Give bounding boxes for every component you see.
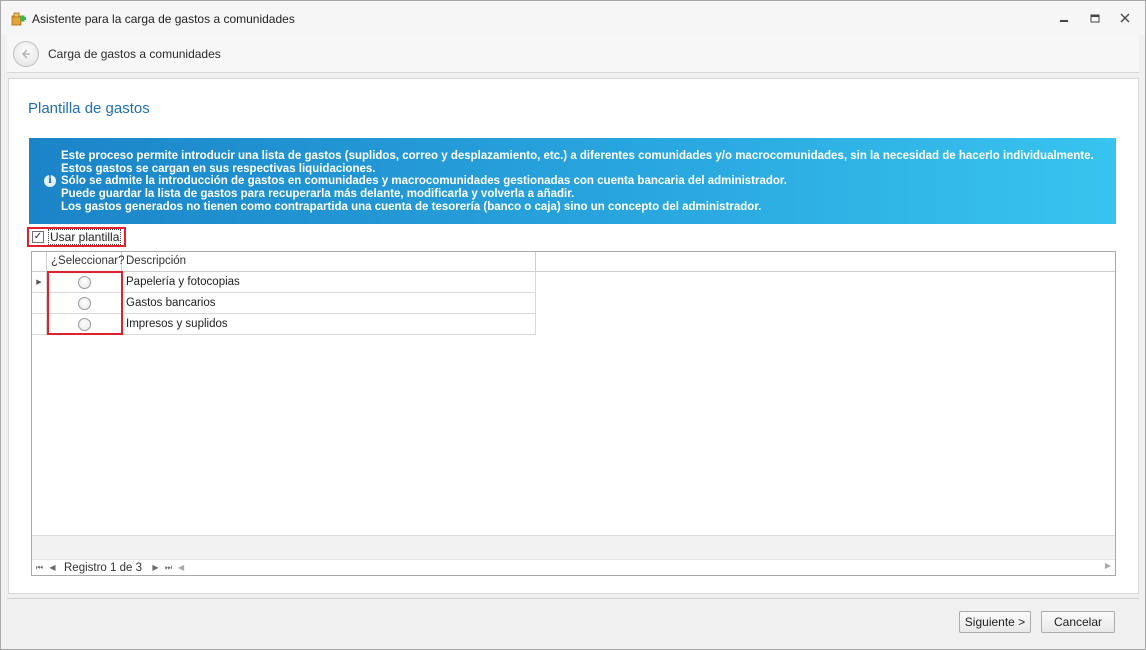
grid-footer bbox=[32, 535, 1115, 559]
last-record-icon[interactable]: ⏭ bbox=[163, 561, 174, 575]
select-radio[interactable] bbox=[77, 275, 91, 289]
arrow-left-icon bbox=[21, 49, 30, 59]
table-row[interactable]: ▶ Papelería y fotocopias bbox=[32, 272, 536, 293]
description-cell[interactable]: Papelería y fotocopias bbox=[122, 272, 536, 292]
wizard-footer: Siguiente > Cancelar bbox=[7, 598, 1139, 646]
wizard-header-title: Carga de gastos a comunidades bbox=[48, 47, 221, 61]
grid-header: ¿Seleccionar? Descripción bbox=[32, 252, 1115, 272]
select-radio[interactable] bbox=[77, 317, 91, 331]
wizard-window: Asistente para la carga de gastos a comu… bbox=[0, 0, 1146, 650]
column-header-select[interactable]: ¿Seleccionar? bbox=[47, 252, 125, 271]
select-radio[interactable] bbox=[77, 296, 91, 310]
column-header-description[interactable]: Descripción bbox=[122, 252, 536, 271]
row-indicator bbox=[32, 293, 47, 313]
table-row[interactable]: Gastos bancarios bbox=[32, 293, 536, 314]
page-title: Plantilla de gastos bbox=[28, 100, 150, 117]
scroll-right-icon[interactable]: ▶ bbox=[1105, 561, 1111, 570]
scroll-left-icon[interactable]: ◀ bbox=[178, 563, 184, 572]
select-cell[interactable] bbox=[47, 314, 122, 334]
restore-icon bbox=[1090, 14, 1100, 23]
next-button[interactable]: Siguiente > bbox=[959, 611, 1031, 633]
maximize-button[interactable] bbox=[1085, 9, 1105, 27]
info-line: Este proceso permite introducir una list… bbox=[61, 150, 1094, 175]
current-row-icon: ▶ bbox=[32, 272, 47, 292]
previous-record-icon[interactable]: ◀ bbox=[47, 561, 58, 575]
minimize-icon bbox=[1060, 20, 1068, 22]
row-indicator-header bbox=[32, 252, 47, 271]
app-icon bbox=[11, 10, 27, 26]
select-cell[interactable] bbox=[47, 293, 122, 313]
title-bar: Asistente para la carga de gastos a comu… bbox=[1, 1, 1145, 35]
wizard-page: Plantilla de gastos i Este proceso permi… bbox=[8, 78, 1139, 594]
close-button[interactable] bbox=[1115, 9, 1135, 27]
use-template-checkbox[interactable]: ✓ Usar plantilla bbox=[27, 227, 127, 247]
check-icon: ✓ bbox=[33, 231, 43, 242]
use-template-label: Usar plantilla bbox=[48, 229, 122, 245]
back-button[interactable] bbox=[13, 41, 39, 67]
info-line: Sólo se admite la introducción de gastos… bbox=[61, 175, 787, 188]
first-record-icon[interactable]: ⏮ bbox=[34, 561, 45, 575]
minimize-button[interactable] bbox=[1054, 9, 1074, 27]
checkbox-box[interactable]: ✓ bbox=[32, 231, 44, 243]
table-row[interactable]: Impresos y suplidos bbox=[32, 314, 536, 335]
description-cell[interactable]: Gastos bancarios bbox=[122, 293, 536, 313]
record-navigator: ⏮ ◀ Registro 1 de 3 ▶ ⏭ ◀ ▶ bbox=[32, 559, 1115, 575]
row-indicator bbox=[32, 314, 47, 334]
record-counter: Registro 1 de 3 bbox=[64, 561, 142, 574]
wizard-header: Carga de gastos a comunidades bbox=[7, 35, 1139, 73]
info-line: Puede guardar la lista de gastos para re… bbox=[61, 188, 575, 201]
description-cell[interactable]: Impresos y suplidos bbox=[122, 314, 536, 334]
expenses-grid: ¿Seleccionar? Descripción ▶ Papelería y … bbox=[31, 251, 1116, 576]
window-title: Asistente para la carga de gastos a comu… bbox=[32, 12, 295, 26]
info-banner: i Este proceso permite introducir una li… bbox=[29, 138, 1116, 224]
next-record-icon[interactable]: ▶ bbox=[150, 561, 161, 575]
info-line: Los gastos generados no tienen como cont… bbox=[61, 200, 762, 213]
select-cell[interactable] bbox=[47, 272, 122, 292]
info-icon: i bbox=[44, 175, 56, 187]
cancel-button[interactable]: Cancelar bbox=[1041, 611, 1115, 633]
close-icon bbox=[1120, 13, 1130, 23]
